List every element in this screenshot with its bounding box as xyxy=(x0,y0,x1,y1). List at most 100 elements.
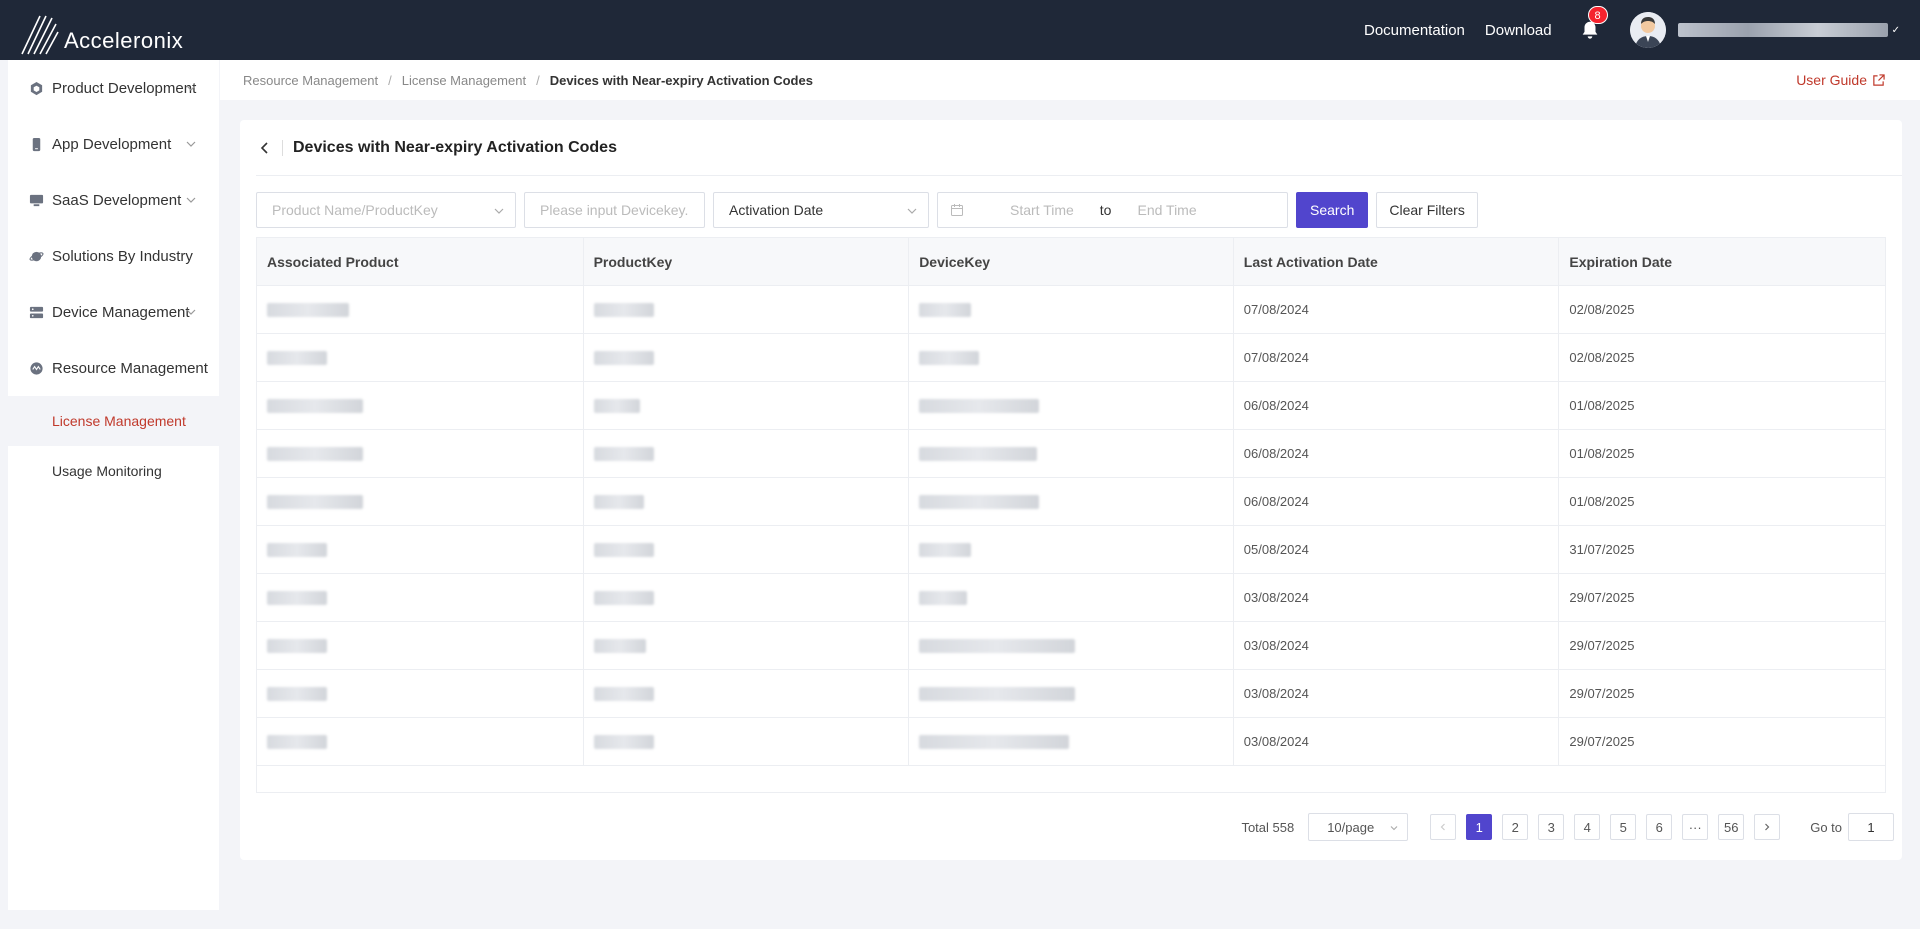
sidebar-item-label: Solutions By Industry xyxy=(52,247,193,265)
planet-icon xyxy=(28,248,44,264)
chevron-down-icon xyxy=(1390,826,1398,831)
cell-productkey xyxy=(584,286,910,333)
sidebar-subitem-usage-monitoring[interactable]: Usage Monitoring xyxy=(8,446,219,496)
redacted-text xyxy=(593,638,646,653)
goto-page-input[interactable] xyxy=(1848,813,1894,841)
page-button-1[interactable]: 1 xyxy=(1466,814,1493,840)
date-type-select[interactable]: Activation Date xyxy=(713,192,929,228)
cell-last-activation: 07/08/2024 xyxy=(1234,286,1560,333)
goto-label: Go to xyxy=(1810,819,1842,835)
sidebar-item-saas-development[interactable]: SaaS Development xyxy=(8,172,219,228)
redacted-text xyxy=(593,686,654,701)
breadcrumb-separator: / xyxy=(388,72,392,88)
sidebar-item-solutions-by-industry[interactable]: Solutions By Industry xyxy=(8,228,219,284)
avatar[interactable] xyxy=(1629,12,1666,48)
sidebar-item-label: Product Development xyxy=(52,79,197,97)
page-button-6[interactable]: 6 xyxy=(1646,814,1673,840)
redacted-text xyxy=(267,734,327,749)
page-button-2[interactable]: 2 xyxy=(1502,814,1529,840)
calendar-icon xyxy=(951,204,963,216)
redacted-text xyxy=(593,302,654,317)
cell-devicekey xyxy=(909,382,1234,429)
cell-expiration: 02/08/2025 xyxy=(1569,350,1635,365)
redacted-text xyxy=(919,734,1070,749)
redacted-text xyxy=(267,542,327,557)
cell-product xyxy=(257,334,584,381)
cell-expiration: 29/07/2025 xyxy=(1569,686,1635,701)
chevron-down-icon xyxy=(494,208,504,214)
chevron-down-icon xyxy=(186,85,196,91)
end-time-input[interactable]: End Time xyxy=(1137,202,1196,218)
chevron-down-icon xyxy=(186,197,196,203)
documentation-link[interactable]: Documentation xyxy=(1364,22,1465,39)
devicekey-input-placeholder: Please input Devicekey. xyxy=(540,202,689,218)
user-guide-label: User Guide xyxy=(1796,72,1867,88)
notifications-button[interactable]: 8 xyxy=(1578,6,1608,42)
cell-last-activation: 05/08/2024 xyxy=(1234,526,1560,573)
sidebar-item-label: App Development xyxy=(52,135,172,153)
redacted-text xyxy=(919,494,1040,509)
column-header-devicekey: DeviceKey xyxy=(909,238,1234,285)
cell-product xyxy=(257,622,584,669)
cell-last-activation: 03/08/2024 xyxy=(1234,670,1560,717)
redacted-text xyxy=(267,638,327,653)
cube-icon xyxy=(28,80,44,96)
redacted-text xyxy=(593,350,654,365)
sidebar-item-label: SaaS Development xyxy=(52,191,182,209)
sidebar-item-resource-management[interactable]: Resource Management xyxy=(8,340,219,396)
chevron-down-icon[interactable]: ✓ xyxy=(1892,25,1900,36)
sidebar-item-app-development[interactable]: App Development xyxy=(8,116,219,172)
prev-page-button[interactable] xyxy=(1430,814,1457,840)
sidebar-item-product-development[interactable]: Product Development xyxy=(8,60,219,116)
page-title: Devices with Near-expiry Activation Code… xyxy=(293,138,617,156)
page-size-select[interactable]: 10/page xyxy=(1308,813,1409,841)
redacted-text xyxy=(919,542,972,557)
product-select[interactable]: Product Name/ProductKey xyxy=(256,192,516,228)
cell-last-activation: 06/08/2024 xyxy=(1234,382,1560,429)
notification-badge: 8 xyxy=(1587,6,1608,24)
column-header-associated-product: Associated Product xyxy=(257,238,584,285)
breadcrumb-item-resource-management[interactable]: Resource Management xyxy=(243,73,378,88)
cell-productkey xyxy=(584,718,910,765)
back-button[interactable] xyxy=(256,139,274,157)
sidebar-item-label: Resource Management xyxy=(52,359,208,377)
breadcrumb-separator: / xyxy=(536,72,540,88)
sidebar-item-device-management[interactable]: Device Management xyxy=(8,284,219,340)
server-icon xyxy=(28,304,44,320)
chevron-down-icon xyxy=(907,208,917,214)
page-button-4[interactable]: 4 xyxy=(1574,814,1601,840)
user-name-redacted[interactable] xyxy=(1677,23,1888,37)
breadcrumb-item-license-management[interactable]: License Management xyxy=(402,73,526,88)
date-range-picker[interactable]: Start Time to End Time xyxy=(937,192,1288,228)
cell-last-activation: 03/08/2024 xyxy=(1234,718,1560,765)
next-page-button[interactable] xyxy=(1754,814,1781,840)
chevron-down-icon xyxy=(186,141,196,147)
date-type-value: Activation Date xyxy=(729,202,824,218)
sidebar-subitem-license-management[interactable]: License Management xyxy=(8,396,219,446)
more-pages-button[interactable]: ··· xyxy=(1682,814,1709,840)
redacted-text xyxy=(919,446,1038,461)
filter-bar: Product Name/ProductKey Please input Dev… xyxy=(256,192,1478,228)
clear-filters-button[interactable]: Clear Filters xyxy=(1376,192,1478,228)
devices-table: Associated Product ProductKey DeviceKey … xyxy=(256,237,1886,793)
cell-product xyxy=(257,670,584,717)
search-button[interactable]: Search xyxy=(1296,192,1369,228)
page-button-5[interactable]: 5 xyxy=(1610,814,1637,840)
table-row: 06/08/2024 01/08/2025 xyxy=(257,478,1885,526)
redacted-text xyxy=(593,590,654,605)
chevron-down-icon xyxy=(186,309,196,315)
brand-logo[interactable]: Acceleronix xyxy=(20,6,183,56)
download-link[interactable]: Download xyxy=(1485,22,1552,39)
cell-devicekey xyxy=(909,478,1234,525)
top-bar: Acceleronix Documentation Download 8 ✓ xyxy=(0,0,1920,60)
start-time-input[interactable]: Start Time xyxy=(1010,202,1074,218)
cell-product xyxy=(257,286,584,333)
redacted-text xyxy=(593,494,644,509)
redacted-text xyxy=(267,398,363,413)
page-button-3[interactable]: 3 xyxy=(1538,814,1565,840)
logo-mark-icon xyxy=(21,15,59,55)
table-row: 05/08/2024 31/07/2025 xyxy=(257,526,1885,574)
page-button-56[interactable]: 56 xyxy=(1718,814,1745,840)
user-guide-link[interactable]: User Guide xyxy=(1796,72,1885,88)
devicekey-input[interactable]: Please input Devicekey. xyxy=(524,192,705,228)
